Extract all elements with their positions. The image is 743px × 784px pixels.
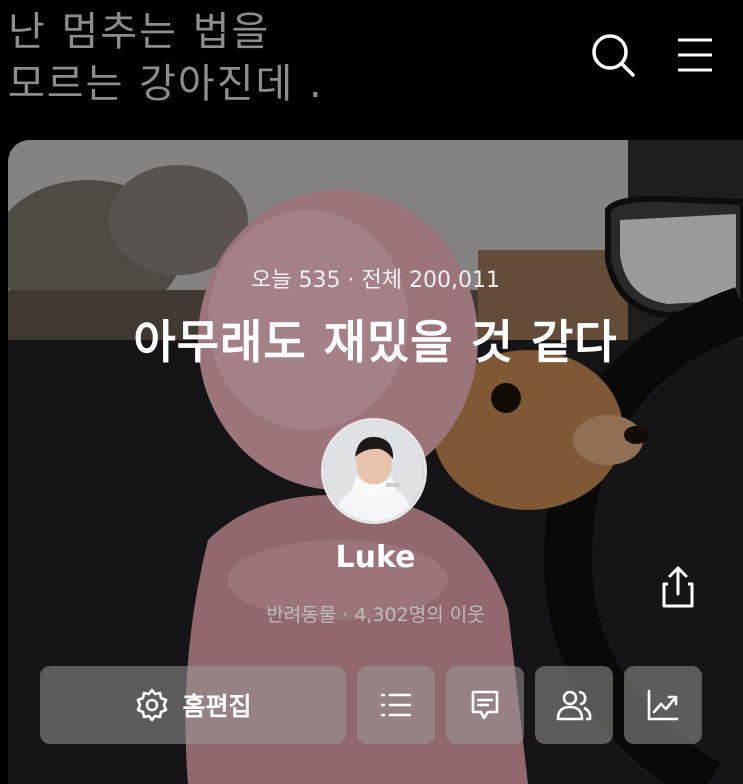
edit-home-button[interactable]: 홈편집 — [40, 666, 346, 744]
comment-icon — [471, 690, 499, 720]
search-icon[interactable] — [588, 30, 638, 80]
statistics-button[interactable] — [624, 666, 702, 744]
visitor-stats: 오늘 535 · 전체 200,011 — [251, 268, 500, 293]
edit-home-label: 홈편집 — [182, 692, 252, 721]
people-icon — [556, 690, 592, 721]
neighbors-button[interactable] — [535, 666, 613, 744]
post-list-button[interactable] — [357, 666, 435, 744]
blog-headline: 아무래도 재밌을 것 같다 — [133, 315, 618, 369]
chart-icon — [647, 689, 679, 721]
nickname[interactable]: Luke — [8, 540, 743, 575]
list-icon — [380, 693, 412, 717]
profile-cover-card: 오늘 535 · 전체 200,011 아무래도 재밌을 것 같다 Luke 반… — [8, 140, 743, 784]
avatar[interactable] — [321, 418, 427, 524]
hamburger-menu-icon[interactable] — [670, 30, 720, 80]
share-icon[interactable] — [652, 562, 704, 614]
top-bar: 난 멈추는 법을 모르는 강아진데 . — [0, 0, 743, 140]
gear-icon — [137, 688, 168, 722]
blog-title[interactable]: 난 멈추는 법을 모르는 강아진데 . — [8, 6, 324, 110]
comment-button[interactable] — [446, 666, 524, 744]
profile-meta: 반려동물 · 4,302명의 이웃 — [266, 604, 485, 626]
